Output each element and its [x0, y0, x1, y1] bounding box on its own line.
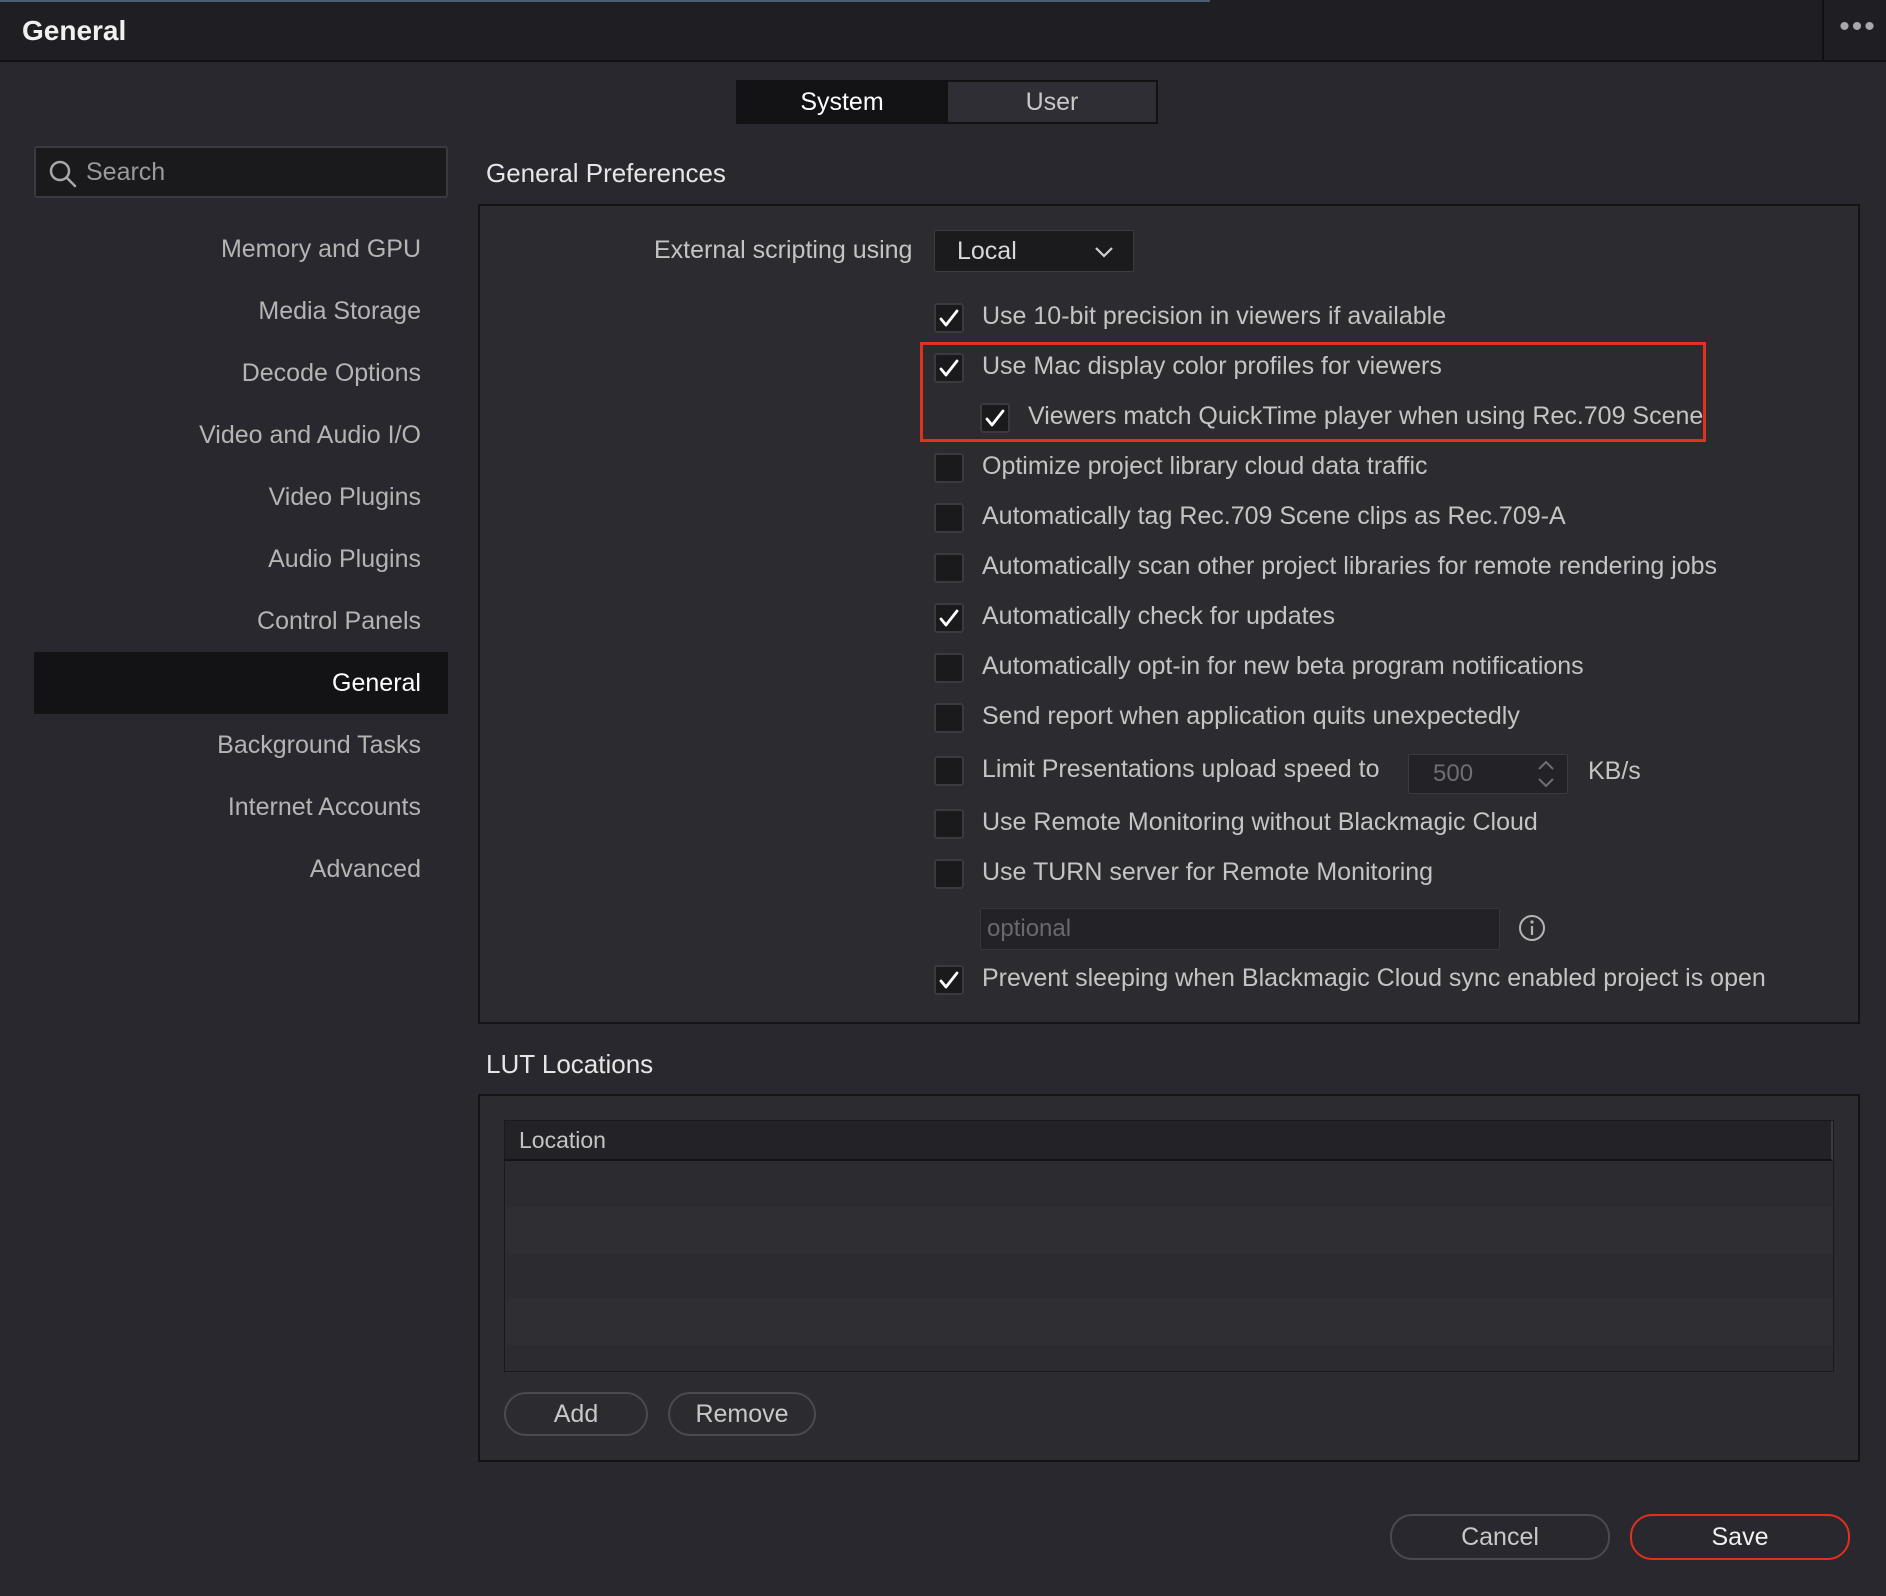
lut-locations-title: LUT Locations — [486, 1049, 654, 1079]
title-bar: General ••• — [0, 0, 1886, 62]
preferences-tabs: System User — [736, 80, 1158, 124]
checkmark-icon — [985, 409, 1005, 427]
table-row — [505, 1207, 1833, 1253]
upload-speed-unit: KB/s — [1588, 757, 1641, 785]
remove-lut-button[interactable]: Remove — [668, 1392, 816, 1436]
info-icon[interactable] — [1517, 913, 1547, 943]
sidebar-item-background-tasks[interactable]: Background Tasks — [34, 714, 448, 776]
optimize-cloud-traffic-label: Optimize project library cloud data traf… — [982, 452, 1428, 480]
external-scripting-label: External scripting using — [654, 236, 913, 264]
title-bar-divider — [1822, 0, 1824, 62]
limit-upload-speed-label: Limit Presentations upload speed to — [982, 755, 1380, 783]
stepper-arrows-icon[interactable] — [1533, 757, 1559, 791]
chevron-down-icon — [1095, 247, 1113, 258]
window-title: General — [22, 15, 127, 46]
search-input[interactable] — [86, 148, 436, 196]
sidebar-item-audio-plugins[interactable]: Audio Plugins — [34, 528, 448, 590]
remote-monitoring-checkbox[interactable] — [934, 809, 964, 839]
search-icon — [49, 160, 77, 188]
checkmark-icon — [939, 609, 959, 627]
auto-tag-rec709-checkbox[interactable] — [934, 503, 964, 533]
table-row — [505, 1253, 1833, 1299]
turn-server-label: Use TURN server for Remote Monitoring — [982, 858, 1434, 886]
sidebar-item-internet-accounts[interactable]: Internet Accounts — [34, 776, 448, 838]
table-row — [505, 1299, 1833, 1345]
turn-server-input[interactable] — [987, 913, 1487, 945]
remote-monitoring-label: Use Remote Monitoring without Blackmagic… — [982, 808, 1538, 836]
add-lut-button[interactable]: Add — [504, 1392, 648, 1436]
sidebar-item-decode-options[interactable]: Decode Options — [34, 342, 448, 404]
sidebar-item-general[interactable]: General — [34, 652, 448, 714]
title-bar-accent — [0, 0, 1210, 2]
checkmark-icon — [939, 309, 959, 327]
more-options-icon[interactable]: ••• — [1836, 12, 1880, 46]
external-scripting-dropdown[interactable]: Local — [934, 230, 1134, 272]
turn-server-checkbox[interactable] — [934, 859, 964, 889]
auto-scan-libraries-label: Automatically scan other project librari… — [982, 552, 1718, 580]
send-report-label: Send report when application quits unexp… — [982, 702, 1520, 730]
sidebar-item-media-storage[interactable]: Media Storage — [34, 280, 448, 342]
auto-check-updates-label: Automatically check for updates — [982, 602, 1335, 630]
quicktime-match-label: Viewers match QuickTime player when usin… — [1028, 402, 1704, 430]
search-box — [34, 146, 448, 198]
upload-speed-input[interactable] — [1433, 759, 1523, 789]
send-report-checkbox[interactable] — [934, 703, 964, 733]
sidebar-item-advanced[interactable]: Advanced — [34, 838, 448, 900]
auto-tag-rec709-label: Automatically tag Rec.709 Scene clips as… — [982, 502, 1566, 530]
sidebar-item-memory-and-gpu[interactable]: Memory and GPU — [34, 218, 448, 280]
beta-notifications-label: Automatically opt-in for new beta progra… — [982, 652, 1584, 680]
sidebar-item-video-plugins[interactable]: Video Plugins — [34, 466, 448, 528]
save-button[interactable]: Save — [1630, 1514, 1850, 1560]
ten-bit-precision-label: Use 10-bit precision in viewers if avail… — [982, 302, 1447, 330]
checkmark-icon — [939, 971, 959, 989]
table-row — [505, 1161, 1833, 1207]
sidebar-item-control-panels[interactable]: Control Panels — [34, 590, 448, 652]
optimize-cloud-traffic-checkbox[interactable] — [934, 453, 964, 483]
prevent-sleeping-checkbox[interactable] — [934, 965, 964, 995]
auto-check-updates-checkbox[interactable] — [934, 603, 964, 633]
ten-bit-precision-checkbox[interactable] — [934, 303, 964, 333]
tab-user[interactable]: User — [948, 82, 1156, 122]
auto-scan-libraries-checkbox[interactable] — [934, 553, 964, 583]
general-preferences-title: General Preferences — [486, 158, 726, 188]
lut-locations-table[interactable]: Location — [504, 1120, 1834, 1372]
checkmark-icon — [939, 359, 959, 377]
sidebar: Memory and GPU Media Storage Decode Opti… — [34, 218, 448, 900]
tab-system[interactable]: System — [738, 82, 948, 122]
mac-color-profiles-checkbox[interactable] — [934, 353, 964, 383]
external-scripting-value: Local — [957, 237, 1017, 265]
prevent-sleeping-label: Prevent sleeping when Blackmagic Cloud s… — [982, 964, 1766, 992]
mac-color-profiles-label: Use Mac display color profiles for viewe… — [982, 352, 1442, 380]
quicktime-match-checkbox[interactable] — [980, 403, 1010, 433]
upload-speed-stepper[interactable] — [1408, 754, 1568, 794]
location-column-header[interactable]: Location — [505, 1121, 1833, 1161]
sidebar-item-video-and-audio-io[interactable]: Video and Audio I/O — [34, 404, 448, 466]
beta-notifications-checkbox[interactable] — [934, 653, 964, 683]
turn-server-field — [980, 908, 1500, 950]
limit-upload-speed-checkbox[interactable] — [934, 756, 964, 786]
cancel-button[interactable]: Cancel — [1390, 1514, 1610, 1560]
